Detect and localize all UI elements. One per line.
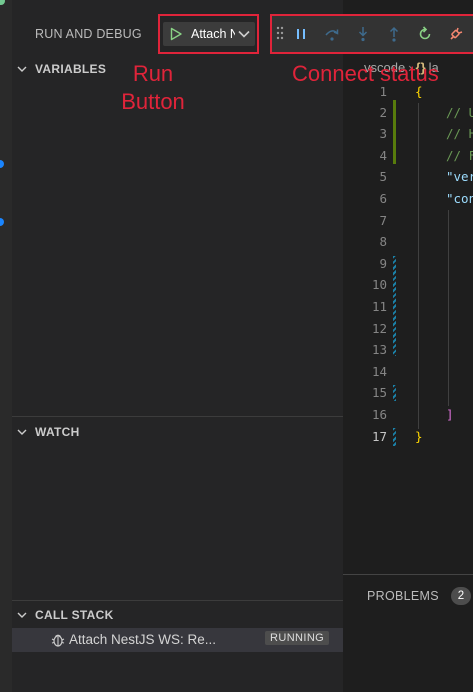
line-number-active: 17	[371, 429, 387, 444]
section-divider	[12, 600, 343, 601]
line-number: 4	[379, 148, 387, 163]
code-line[interactable]: "con	[446, 191, 473, 206]
indent-guide	[418, 103, 419, 429]
step-over-icon	[325, 29, 339, 41]
disconnect-button[interactable]	[444, 22, 468, 46]
launch-config-label[interactable]: Attach NestJS WS: Re...	[191, 27, 235, 41]
line-number: 3	[379, 126, 387, 141]
pause-button[interactable]	[289, 22, 313, 46]
panel-border	[343, 574, 473, 575]
step-out-button[interactable]	[382, 22, 406, 46]
indent-guide	[448, 210, 449, 406]
launch-config-select[interactable]: Attach NestJS WS: Re...	[163, 22, 255, 46]
line-number: 11	[371, 299, 387, 314]
line-number: 7	[379, 213, 387, 228]
annotation-line: Run	[132, 61, 174, 86]
modified-lines-marker[interactable]	[393, 256, 396, 356]
code-line[interactable]: ]	[446, 407, 454, 422]
chevron-down-icon	[17, 66, 27, 72]
section-divider	[12, 416, 343, 417]
restart-icon	[419, 26, 431, 40]
play-icon[interactable]	[169, 27, 183, 41]
drag-gripper-icon[interactable]	[276, 26, 284, 40]
call-stack-session-row[interactable]: Attach NestJS WS: Re... RUNNING	[12, 628, 343, 652]
activity-indicator-icon[interactable]	[0, 160, 4, 168]
step-over-button[interactable]	[320, 22, 344, 46]
call-stack-session-label[interactable]: Attach NestJS WS: Re...	[69, 632, 259, 647]
activity-indicator-icon[interactable]	[0, 218, 4, 226]
line-number: 16	[371, 407, 387, 422]
line-number: 8	[379, 234, 387, 249]
watch-section-header[interactable]: WATCH	[12, 421, 343, 443]
step-out-icon	[389, 26, 399, 42]
line-number: 6	[379, 191, 387, 206]
code-line[interactable]: // U	[446, 105, 473, 120]
step-into-icon	[358, 27, 368, 42]
sidebar-title: RUN AND DEBUG	[35, 27, 142, 41]
watch-section-title: WATCH	[35, 425, 80, 439]
line-number: 2	[379, 105, 387, 120]
step-into-button[interactable]	[351, 22, 375, 46]
chevron-down-icon	[17, 612, 27, 618]
disconnect-plug-icon	[450, 27, 463, 40]
call-stack-section-title: CALL STACK	[35, 608, 114, 622]
line-number: 13	[371, 342, 387, 357]
line-number: 9	[379, 256, 387, 271]
code-line[interactable]: // F	[446, 148, 473, 163]
annotation-line: Button	[121, 89, 185, 114]
variables-section-title: VARIABLES	[35, 62, 107, 76]
activity-bar	[0, 0, 12, 692]
chevron-down-icon[interactable]	[238, 30, 250, 38]
line-number: 14	[371, 364, 387, 379]
line-number: 5	[379, 169, 387, 184]
debug-toolbar	[270, 14, 473, 54]
code-line[interactable]: }	[415, 429, 423, 444]
line-number: 15	[371, 385, 387, 400]
added-lines-marker[interactable]	[393, 100, 396, 164]
debug-session-bug-icon	[51, 634, 65, 647]
run-button-annotation: Run Button	[113, 60, 193, 116]
line-number: 10	[371, 277, 387, 292]
problems-tab[interactable]: PROBLEMS	[367, 589, 439, 603]
chevron-down-icon	[17, 429, 27, 435]
call-stack-section-header[interactable]: CALL STACK	[12, 604, 343, 626]
modified-lines-marker[interactable]	[393, 385, 396, 401]
restart-button[interactable]	[413, 22, 437, 46]
connect-status-annotation: Connect status	[292, 61, 439, 86]
run-button-highlight: Attach NestJS WS: Re...	[158, 14, 259, 54]
status-dot-icon	[0, 0, 5, 5]
pause-icon	[297, 29, 305, 39]
problems-count-badge: 2	[451, 587, 471, 605]
code-line[interactable]: "ver	[446, 169, 473, 184]
modified-lines-marker[interactable]	[393, 428, 396, 446]
code-line[interactable]: // H	[446, 126, 473, 141]
running-status-badge: RUNNING	[265, 631, 330, 645]
line-number: 12	[371, 321, 387, 336]
